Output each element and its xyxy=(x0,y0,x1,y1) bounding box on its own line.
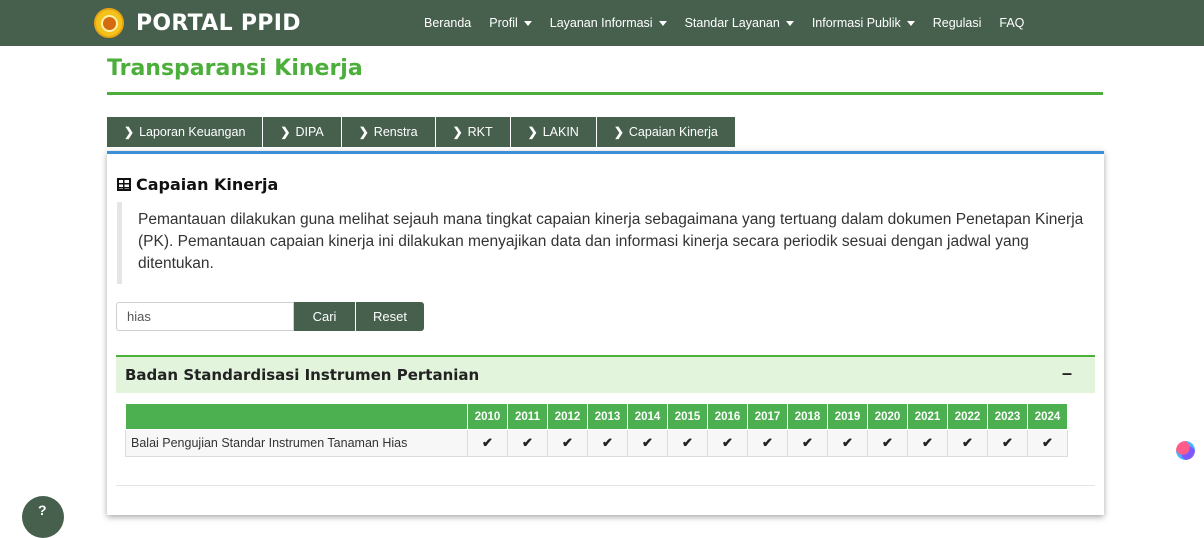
caret-down-icon xyxy=(785,20,794,26)
year-header: 2012 xyxy=(547,403,588,430)
capaian-table: 2010 2011 2012 2013 2014 2015 2016 2017 … xyxy=(125,403,1068,457)
table-header-name xyxy=(125,403,468,430)
unit-name[interactable]: Balai Pengujian Standar Instrumen Tanama… xyxy=(125,429,468,457)
brand-name: PORTAL PPID xyxy=(136,10,301,36)
nav-label: Regulasi xyxy=(932,16,982,30)
check-icon[interactable]: ✔ xyxy=(787,429,828,457)
tab-label: RKT xyxy=(467,125,493,139)
check-icon[interactable]: ✔ xyxy=(707,429,748,457)
brand[interactable]: PORTAL PPID xyxy=(94,8,301,38)
chevron-right-icon: ❯ xyxy=(613,125,624,139)
tab-label: Renstra xyxy=(373,125,418,139)
check-icon[interactable]: ✔ xyxy=(1027,429,1068,457)
document-tabs: ❯ Laporan Keuangan ❯ DIPA ❯ Renstra ❯ RKT ❯ L… xyxy=(107,117,736,147)
collapse-icon[interactable]: – xyxy=(1062,363,1072,384)
check-icon[interactable]: ✔ xyxy=(547,429,588,457)
check-icon[interactable]: ✔ xyxy=(627,429,668,457)
tab-label: Capaian Kinerja xyxy=(628,125,718,139)
nav-item-layanan-informasi[interactable]: Layanan Informasi xyxy=(550,16,667,30)
year-header: 2024 xyxy=(1027,403,1068,430)
nav-label: FAQ xyxy=(999,16,1025,30)
year-header: 2013 xyxy=(587,403,628,430)
year-header: 2019 xyxy=(827,403,868,430)
search-button[interactable]: Cari xyxy=(294,302,355,331)
panel-divider xyxy=(116,485,1095,486)
year-header: 2020 xyxy=(867,403,908,430)
title-divider xyxy=(107,92,1103,95)
nav-label: Layanan Informasi xyxy=(549,16,653,30)
nav-label: Beranda xyxy=(424,16,472,30)
nav-label: Informasi Publik xyxy=(811,16,901,30)
content-card: Capaian Kinerja Pemantauan dilakukan gun… xyxy=(107,151,1104,515)
nav-item-beranda[interactable]: Beranda xyxy=(424,16,471,30)
top-navbar: PORTAL PPID Beranda Profil Layanan Infor… xyxy=(0,0,1204,46)
chevron-right-icon: ❯ xyxy=(452,125,463,139)
check-icon[interactable]: ✔ xyxy=(907,429,948,457)
check-icon[interactable]: ✔ xyxy=(667,429,708,457)
year-header: 2016 xyxy=(707,403,748,430)
chevron-right-icon: ❯ xyxy=(527,125,538,139)
section-title-text: Capaian Kinerja xyxy=(136,175,279,194)
chevron-right-icon: ❯ xyxy=(124,125,135,139)
tab-label: DIPA xyxy=(295,125,324,139)
panel-title: Badan Standardisasi Instrumen Pertanian xyxy=(125,366,480,384)
tab-capaian-kinerja[interactable]: ❯ Capaian Kinerja xyxy=(596,117,736,147)
table-header-row: 2010 2011 2012 2013 2014 2015 2016 2017 … xyxy=(125,403,1068,430)
help-chat-button[interactable]: ? xyxy=(22,496,64,538)
check-icon[interactable]: ✔ xyxy=(747,429,788,457)
year-header: 2018 xyxy=(787,403,828,430)
reset-button[interactable]: Reset xyxy=(356,302,424,331)
year-header: 2015 xyxy=(667,403,708,430)
check-icon[interactable]: ✔ xyxy=(987,429,1028,457)
check-icon[interactable]: ✔ xyxy=(587,429,628,457)
tab-label: Laporan Keuangan xyxy=(139,125,246,139)
nav-item-standar-layanan[interactable]: Standar Layanan xyxy=(685,16,794,30)
check-icon[interactable]: ✔ xyxy=(467,429,508,457)
tab-rkt[interactable]: ❯ RKT xyxy=(435,117,511,147)
caret-down-icon xyxy=(658,20,667,26)
nav-item-regulasi[interactable]: Regulasi xyxy=(933,16,982,30)
main-nav: Beranda Profil Layanan Informasi Standar… xyxy=(424,0,1042,46)
year-header: 2021 xyxy=(907,403,948,430)
nav-item-profil[interactable]: Profil xyxy=(489,16,532,30)
nav-item-faq[interactable]: FAQ xyxy=(999,16,1024,30)
tab-renstra[interactable]: ❯ Renstra xyxy=(341,117,436,147)
panel-header[interactable]: Badan Standardisasi Instrumen Pertanian … xyxy=(116,355,1095,393)
check-icon[interactable]: ✔ xyxy=(827,429,868,457)
nav-label: Profil xyxy=(489,16,518,30)
page-title: Transparansi Kinerja xyxy=(107,56,363,81)
caret-down-icon xyxy=(906,20,915,26)
caret-down-icon xyxy=(523,20,532,26)
chevron-right-icon: ❯ xyxy=(358,125,369,139)
year-header: 2010 xyxy=(467,403,508,430)
tab-lakin[interactable]: ❯ LAKIN xyxy=(510,117,597,147)
year-header: 2023 xyxy=(987,403,1028,430)
tab-dipa[interactable]: ❯ DIPA xyxy=(263,117,342,147)
search-input[interactable] xyxy=(116,302,294,331)
tab-laporan-keuangan[interactable]: ❯ Laporan Keuangan xyxy=(107,117,264,147)
check-icon[interactable]: ✔ xyxy=(507,429,548,457)
section-title: Capaian Kinerja xyxy=(117,175,278,194)
year-header: 2017 xyxy=(747,403,788,430)
check-icon[interactable]: ✔ xyxy=(947,429,988,457)
nav-item-informasi-publik[interactable]: Informasi Publik xyxy=(812,16,915,30)
year-header: 2014 xyxy=(627,403,668,430)
nav-label: Standar Layanan xyxy=(684,16,780,30)
section-description: Pemantauan dilakukan guna melihat sejauh… xyxy=(117,202,1092,284)
check-icon[interactable]: ✔ xyxy=(867,429,908,457)
year-header: 2011 xyxy=(507,403,548,430)
question-icon: ? xyxy=(38,502,47,518)
year-header: 2022 xyxy=(947,403,988,430)
logo-icon xyxy=(94,8,124,38)
tab-label: LAKIN xyxy=(542,125,579,139)
brain-icon[interactable] xyxy=(1176,441,1195,460)
table-row: Balai Pengujian Standar Instrumen Tanama… xyxy=(125,429,1068,457)
chevron-right-icon: ❯ xyxy=(280,125,291,139)
table-icon xyxy=(117,178,131,191)
